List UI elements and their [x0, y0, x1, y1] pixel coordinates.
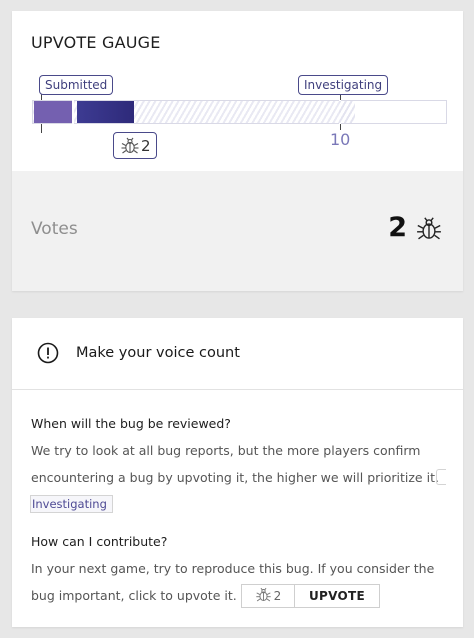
info-title: Make your voice count	[76, 345, 240, 361]
milestone-tag-investigating: Investigating	[298, 75, 389, 95]
faq-answer-review-line: We try to look at all bug reports, but t…	[31, 443, 421, 458]
gauge-fill-beyond	[339, 101, 355, 123]
votes-label: Votes	[31, 219, 78, 239]
investigating-threshold: 10	[330, 130, 351, 149]
upvote-gauge-card: UPVOTE GAUGE Submitted Investigating 2 1…	[12, 11, 463, 291]
upvote-count-value: 2	[273, 589, 282, 603]
upvote-count: 2	[242, 585, 295, 607]
bug-icon	[255, 587, 272, 606]
current-votes-value: 2	[141, 136, 151, 155]
exclamation-circle-icon	[37, 342, 59, 368]
faq-answer-contribute-line: bug important, click to upvote it.	[31, 588, 237, 603]
gauge-title: UPVOTE GAUGE	[31, 33, 161, 52]
gauge-separator	[72, 100, 74, 124]
faq-answer-contribute-line: In your next game, try to reproduce this…	[31, 561, 435, 576]
bug-icon	[415, 215, 443, 247]
upvote-button[interactable]: UPVOTE	[295, 585, 379, 607]
upvote-widget: 2 UPVOTE	[241, 584, 380, 608]
votes-summary: Votes 2	[12, 171, 463, 291]
bug-icon	[120, 137, 140, 155]
gauge-fill-submitted	[34, 101, 72, 123]
gauge-fill-votes	[77, 101, 134, 123]
faq-question-contribute: How can I contribute?	[31, 534, 168, 549]
current-votes-pill: 2	[113, 132, 157, 159]
milestone-tag-submitted: Submitted	[39, 75, 114, 95]
inline-box	[436, 469, 446, 485]
votes-count: 2	[388, 212, 407, 243]
inline-investigating-tag: Investigating	[30, 495, 113, 513]
faq-question-review: When will the bug be reviewed?	[31, 416, 231, 431]
gauge-progress-bar	[32, 100, 447, 124]
faq-answer-review-line: encountering a bug by upvoting it, the h…	[31, 470, 439, 485]
voice-info-card: Make your voice count When will the bug …	[12, 318, 463, 627]
info-header: Make your voice count	[12, 318, 463, 390]
